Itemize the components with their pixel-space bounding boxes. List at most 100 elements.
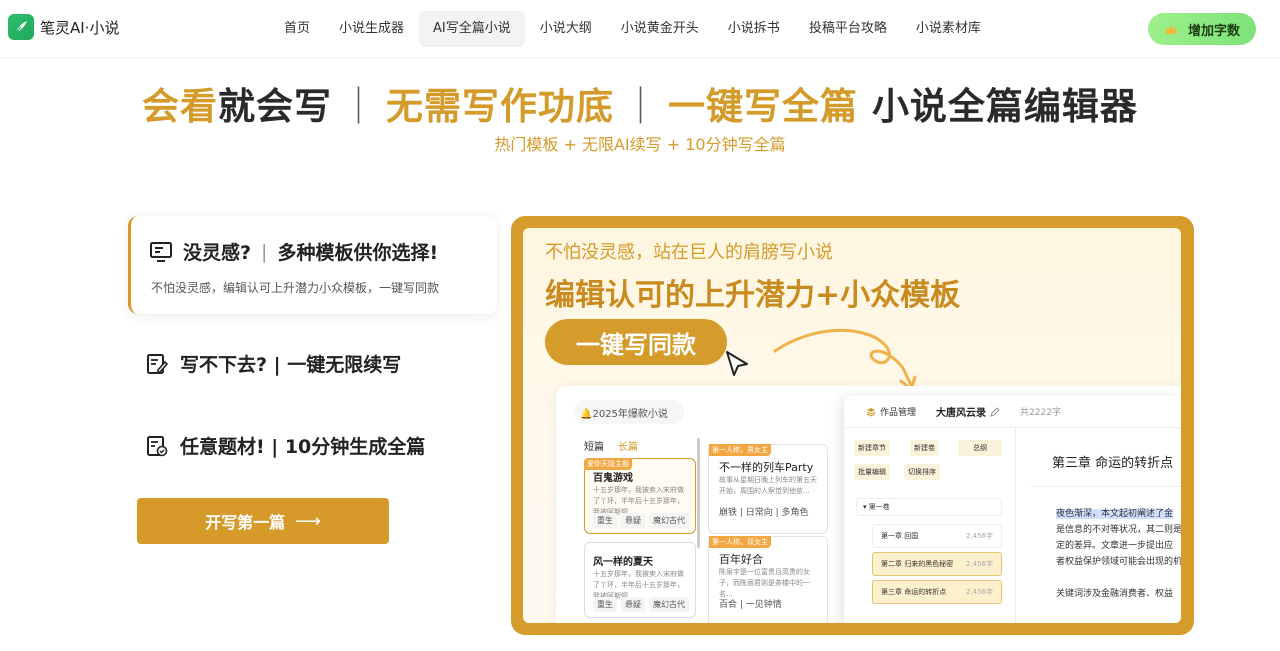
brand-logo[interactable]: 笔灵AI·小说 bbox=[8, 14, 119, 40]
scrollbar[interactable] bbox=[697, 438, 700, 548]
layers-icon bbox=[866, 407, 876, 417]
feature-card-templates[interactable]: 没灵感? | 多种模板供你选择! 不怕没灵感，编辑认可上升潜力小众模板，一键写同… bbox=[128, 216, 497, 314]
novel-card[interactable]: 第一人称，男女主 不一样的列车Party 故事从星期日晚上列车的第五天开始，周围… bbox=[708, 444, 828, 534]
feature-title-b: 多种模板供你选择! bbox=[277, 242, 439, 264]
novel-tag: 悬疑 bbox=[621, 513, 645, 528]
pencil-icon[interactable] bbox=[990, 406, 1000, 417]
edit-document-icon bbox=[147, 353, 168, 374]
length-tabs: 短篇 长篇 bbox=[584, 438, 652, 453]
feature-continue-writing[interactable]: 写不下去? | 一键无限续写 bbox=[146, 350, 401, 377]
menu-novel-outline[interactable]: 小说大纲 bbox=[526, 11, 606, 47]
novel-title: 百鬼游戏 bbox=[593, 473, 633, 484]
feature-any-genre[interactable]: 任意题材! | 10分钟生成全篇 bbox=[146, 432, 425, 459]
novel-tags: 重生 悬疑 魔幻古代 bbox=[593, 597, 693, 612]
novel-card[interactable]: 爱你天隐主题 百鬼游戏 十五岁那年，我被卖入宋府做了丫环，半年后十五岁那年，我被… bbox=[584, 458, 696, 534]
chapter-words: 2,456字 bbox=[965, 560, 993, 568]
feature-row-label: 任意题材! | 10分钟生成全篇 bbox=[180, 436, 426, 458]
novel-meta: 崩铁 | 日常向 | 多角色 bbox=[719, 508, 809, 518]
add-words-label: 增加字数 bbox=[1187, 23, 1240, 39]
start-writing-button[interactable]: 开写第一篇 ⟶ bbox=[137, 498, 389, 544]
top-nav: 笔灵AI·小说 首页 小说生成器 AI写全篇小说 小说大纲 小说黄金开头 小说拆… bbox=[0, 0, 1280, 58]
novel-card[interactable]: 第一人称，双女主 百年好合 陈泉宇是一位富贵且高贵的女子，而陈丽君则是茶楼中的一… bbox=[708, 536, 828, 623]
menu-novel-generator[interactable]: 小说生成器 bbox=[325, 11, 418, 47]
new-volume-button[interactable]: 新建卷 bbox=[910, 440, 939, 456]
novel-tag: 魔幻古代 bbox=[649, 513, 689, 528]
chapter-name: 第三章 命运的转折点 bbox=[881, 588, 947, 596]
chapter-item[interactable]: 第二章 归来的黑色秘密 2,456字 bbox=[872, 552, 1002, 576]
chapter-item[interactable]: 第一章 回国 2,456字 bbox=[872, 524, 1002, 548]
novel-tag: 悬疑 bbox=[621, 597, 645, 612]
chapter-text: 夜色渐深，本文起初阐述了金 是信息的不对等状况，其二则是 定的差异。文章进一步提… bbox=[1056, 506, 1181, 570]
volume-label: 第一卷 bbox=[868, 503, 890, 511]
menu-golden-opening[interactable]: 小说黄金开头 bbox=[607, 11, 713, 47]
add-words-button[interactable]: 增加字数 bbox=[1148, 13, 1256, 45]
crown-icon bbox=[1164, 24, 1177, 34]
menu-submission-guide[interactable]: 投稿平台攻略 bbox=[795, 11, 901, 47]
novel-meta: 百合 | 一见钟情 bbox=[719, 600, 782, 610]
switch-sort-button[interactable]: 切换排序 bbox=[904, 464, 940, 480]
hero-separator: ｜ bbox=[622, 85, 661, 128]
chapter-title: 第三章 命运的转折点 bbox=[1052, 456, 1174, 471]
editor-content[interactable]: 第三章 命运的转折点 夜色渐深，本文起初阐述了金 是信息的不对等状况，其二则是 … bbox=[1016, 428, 1181, 623]
novel-tags: 重生 悬疑 魔幻古代 bbox=[593, 513, 693, 528]
chapter-item[interactable]: 第三章 命运的转折点 2,456字 bbox=[872, 580, 1002, 604]
novel-badge: 第一人称，男女主 bbox=[709, 444, 771, 456]
novel-tag: 魔幻古代 bbox=[649, 597, 689, 612]
chapter-name: 第一章 回国 bbox=[881, 532, 919, 540]
menu-home[interactable]: 首页 bbox=[270, 11, 324, 47]
hero-title: 会看就会写｜无需写作功底｜一键写全篇 小说全篇编辑器 bbox=[0, 76, 1280, 130]
novel-desc: 陈泉宇是一位富贵且高贵的女子，而陈丽君则是茶楼中的一名... bbox=[719, 568, 810, 598]
editor-preview: 作品管理 大唐风云录 共2222字 新建章节 新建卷 总纲 批量编辑 切换排序 … bbox=[844, 396, 1181, 623]
brand-name: 笔灵AI·小说 bbox=[40, 18, 120, 37]
batch-edit-button[interactable]: 批量编辑 bbox=[854, 464, 890, 480]
trending-tag: 🔔2025年爆款小说 bbox=[574, 400, 684, 424]
text-line: 者权益保护领域可能会出现的机 bbox=[1056, 557, 1181, 567]
menu-material-library[interactable]: 小说素材库 bbox=[902, 11, 995, 47]
feature-row-label: 写不下去? | 一键无限续写 bbox=[180, 354, 402, 376]
outline-button[interactable]: 总纲 bbox=[958, 440, 1002, 456]
editor-header: 作品管理 大唐风云录 共2222字 bbox=[844, 396, 1181, 428]
novel-title: 风一样的夏天 bbox=[593, 557, 653, 568]
book-name: 大唐风云录 bbox=[936, 408, 987, 419]
works-manage-label: 作品管理 bbox=[880, 408, 917, 418]
menu-ai-full-novel[interactable]: AI写全篇小说 bbox=[419, 11, 525, 47]
divider: | bbox=[261, 240, 268, 263]
feather-logo-icon bbox=[8, 14, 34, 40]
menu-book-breakdown[interactable]: 小说拆书 bbox=[714, 11, 794, 47]
arrow-right-icon: ⟶ bbox=[295, 510, 321, 532]
tab-long[interactable]: 长篇 bbox=[618, 438, 638, 453]
tab-short[interactable]: 短篇 bbox=[584, 438, 604, 453]
chapter-words: 2,456字 bbox=[965, 532, 993, 540]
showcase-inner: 不怕没灵感，站在巨人的肩膀写小说 编辑认可的上升潜力+小众模板 一键写同款 🔔2… bbox=[523, 228, 1181, 623]
novel-desc: 故事从星期日晚上列车的第五天开始，周围的人察觉到他依... bbox=[719, 476, 817, 495]
hero-title-part: 一键写全篇 bbox=[668, 85, 859, 128]
showcase-panel: 不怕没灵感，站在巨人的肩膀写小说 编辑认可的上升潜力+小众模板 一键写同款 🔔2… bbox=[511, 216, 1194, 635]
new-chapter-button[interactable]: 新建章节 bbox=[854, 440, 890, 456]
feature-card-desc: 不怕没灵感，编辑认可上升潜力小众模板，一键写同款 bbox=[151, 281, 440, 295]
chapter-sidebar: 新建章节 新建卷 总纲 批量编辑 切换排序 ▾ 第一卷 第一章 回国 2,456字… bbox=[844, 428, 1016, 623]
novel-tag: 重生 bbox=[593, 597, 617, 612]
volume-item[interactable]: ▾ 第一卷 bbox=[856, 498, 1002, 516]
hero-title-part: 无需写作功底 bbox=[386, 85, 615, 128]
selected-text: 夜色渐深，本文起初阐述了金 bbox=[1056, 509, 1174, 519]
start-writing-label: 开写第一篇 bbox=[205, 513, 286, 532]
novel-card[interactable]: 风一样的夏天 十五岁那年，我被卖入宋府做了丫环，半年后十五岁那年，我被阿斯顿 重… bbox=[584, 542, 696, 618]
monitor-icon bbox=[150, 241, 172, 262]
hero-title-part: 就会写 bbox=[218, 85, 333, 128]
hero-title-part: 会看 bbox=[142, 85, 219, 128]
divider bbox=[1030, 486, 1181, 487]
showcase-title: 编辑认可的上升潜力+小众模板 bbox=[545, 278, 961, 313]
novel-tag: 重生 bbox=[593, 513, 617, 528]
document-check-icon bbox=[147, 435, 168, 456]
novel-title: 百年好合 bbox=[719, 553, 763, 566]
feature-card-heading: 没灵感? | 多种模板供你选择! bbox=[149, 238, 438, 265]
main-menu: 首页 小说生成器 AI写全篇小说 小说大纲 小说黄金开头 小说拆书 投稿平台攻略… bbox=[270, 11, 996, 47]
works-manage[interactable]: 作品管理 bbox=[866, 405, 916, 418]
text-line: 是信息的不对等状况，其二则是 bbox=[1056, 525, 1181, 535]
hero-title-part: 小说全篇编辑器 bbox=[871, 85, 1138, 128]
text-line: 定的差异。文章进一步提出应 bbox=[1056, 541, 1174, 551]
feature-title-a: 没灵感? bbox=[183, 242, 252, 264]
word-count: 共2222字 bbox=[1020, 408, 1061, 418]
write-same-button[interactable]: 一键写同款 bbox=[545, 319, 727, 365]
chapter-name: 第二章 归来的黑色秘密 bbox=[881, 560, 954, 568]
